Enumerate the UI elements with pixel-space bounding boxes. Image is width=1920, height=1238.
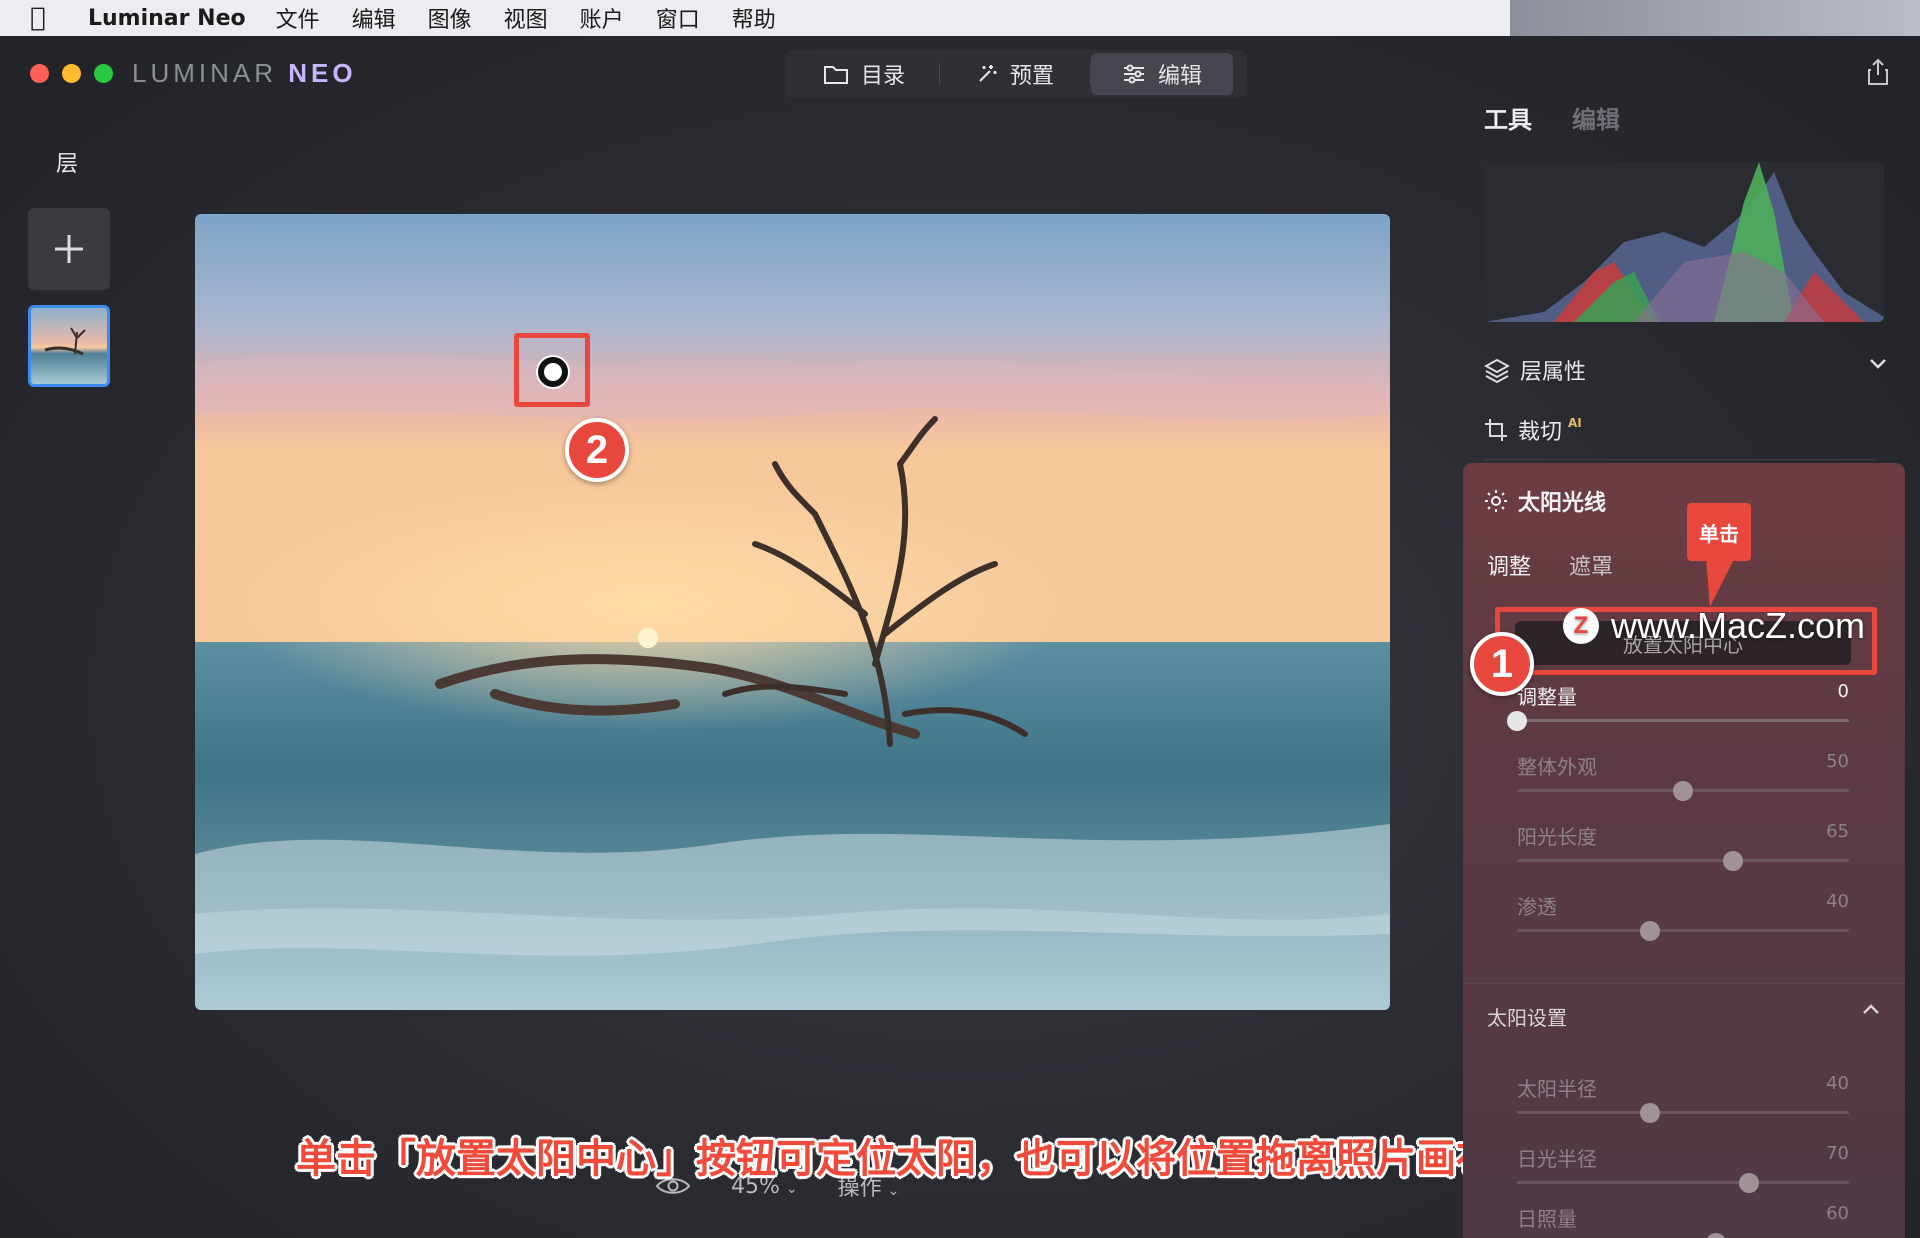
tab-catalog-label: 目录	[860, 64, 905, 89]
magic-wand-icon	[979, 65, 997, 82]
sunrays-title: 太阳光线	[1484, 485, 1606, 517]
share-icon	[1868, 58, 1888, 85]
step-1-badge: 1	[1470, 632, 1534, 696]
sliders-icon	[1123, 64, 1144, 84]
sun-center-handle[interactable]	[538, 357, 568, 387]
menu-view[interactable]: 视图	[504, 2, 548, 34]
sun-icon	[1485, 490, 1507, 512]
menu-edit[interactable]: 编辑	[352, 2, 396, 34]
layer-thumbnail[interactable]	[28, 305, 110, 387]
click-callout: 单击	[1687, 503, 1751, 561]
divider	[1484, 459, 1874, 460]
minimize-window-button[interactable]	[62, 64, 81, 83]
slider-track[interactable]	[1517, 1181, 1849, 1184]
layers-panel-title: 层	[56, 152, 79, 177]
callout-pointer	[1695, 559, 1735, 607]
slider-label: 太阳半径	[1517, 1077, 1597, 1101]
slider-track[interactable]	[1517, 929, 1849, 932]
slider-value: 50	[1826, 751, 1849, 772]
slider-track[interactable]	[1517, 1111, 1849, 1114]
tab-mask[interactable]: 遮罩	[1569, 549, 1613, 581]
slider-knob[interactable]	[1639, 921, 1660, 941]
slider-value: 65	[1826, 821, 1849, 842]
histogram-graph	[1484, 162, 1884, 322]
tab-edits[interactable]: 编辑	[1572, 100, 1620, 135]
sunrays-tool-panel: 太阳光线 单击 调整 遮罩 放置太阳中心 Z www.MacZ.com 调整量 …	[1463, 463, 1905, 1238]
tab-tools[interactable]: 工具	[1484, 100, 1532, 135]
photo-image	[195, 214, 1390, 1010]
share-button[interactable]	[1866, 58, 1890, 90]
slider-knob[interactable]	[1507, 711, 1527, 731]
top-navigation: 目录 预置 编辑	[785, 50, 1247, 98]
slider-value: 40	[1826, 891, 1849, 912]
add-layer-button[interactable]	[28, 208, 110, 290]
zoom-window-button[interactable]	[94, 64, 113, 83]
slider-label: 日光半径	[1517, 1147, 1597, 1171]
panel-tabs: 工具 编辑	[1484, 100, 1620, 135]
crop-icon	[1485, 419, 1507, 441]
tab-catalog[interactable]: 目录	[789, 53, 939, 95]
folder-icon	[823, 66, 848, 84]
menu-bar:  Luminar Neo 文件 编辑 图像 视图 账户 窗口 帮助	[0, 0, 1920, 36]
menu-file[interactable]: 文件	[276, 2, 320, 34]
plus-icon	[55, 235, 83, 263]
slider-knob[interactable]	[1673, 781, 1693, 801]
slider-value: 60	[1826, 1203, 1849, 1224]
sun-settings-header[interactable]: 太阳设置	[1487, 1002, 1567, 1031]
layer-properties-row[interactable]: 层属性	[1484, 354, 1586, 386]
chevron-down-icon: ⌄	[887, 1183, 900, 1199]
slider-value: 40	[1826, 1073, 1849, 1094]
histogram	[1484, 162, 1884, 322]
menu-help[interactable]: 帮助	[732, 2, 776, 34]
close-window-button[interactable]	[30, 64, 49, 83]
slider-label: 调整量	[1517, 685, 1577, 709]
layers-icon	[1484, 358, 1510, 383]
menu-window[interactable]: 窗口	[656, 2, 700, 34]
crop-label: 裁切	[1518, 420, 1563, 445]
layer-properties-label: 层属性	[1520, 360, 1587, 385]
slider-label: 阳光长度	[1517, 825, 1597, 849]
watermark-logo: Z	[1563, 608, 1599, 644]
slider-label: 日照量	[1517, 1207, 1577, 1231]
logo-text-neo: NEO	[288, 58, 357, 88]
sunrays-subtabs: 调整 遮罩	[1487, 549, 1613, 581]
divider	[1463, 983, 1905, 984]
tab-edit-label: 编辑	[1157, 64, 1202, 89]
sunrays-header[interactable]: 太阳光线	[1463, 463, 1905, 535]
photo-canvas[interactable]	[195, 214, 1390, 1010]
layer-thumbnail-image	[44, 327, 86, 356]
sunrays-title-label: 太阳光线	[1518, 491, 1607, 516]
tutorial-caption: 单击「放置太阳中心」按钮可定位太阳，也可以将位置拖离照片画布	[296, 1136, 1496, 1182]
menu-image[interactable]: 图像	[428, 2, 472, 34]
chevron-up-icon[interactable]	[1861, 1003, 1881, 1017]
slider-knob[interactable]	[1739, 1173, 1760, 1193]
chevron-down-icon[interactable]	[1868, 356, 1888, 370]
slider-value: 70	[1826, 1143, 1849, 1164]
desktop-background	[1510, 0, 1920, 36]
watermark: Z www.MacZ.com	[1563, 605, 1865, 647]
ai-badge: AI	[1568, 416, 1582, 430]
slider-value: 0	[1837, 681, 1849, 702]
slider-knob[interactable]	[1639, 1103, 1660, 1123]
tab-adjust[interactable]: 调整	[1487, 549, 1531, 581]
menu-account[interactable]: 账户	[580, 2, 624, 34]
tab-presets[interactable]: 预置	[940, 53, 1090, 95]
tab-edit[interactable]: 编辑	[1091, 53, 1233, 95]
tab-presets-label: 预置	[1009, 64, 1054, 89]
watermark-text: www.MacZ.com	[1611, 605, 1866, 646]
slider-track[interactable]	[1517, 719, 1849, 722]
menu-app-name[interactable]: Luminar Neo	[88, 6, 246, 31]
slider-label: 整体外观	[1517, 755, 1597, 779]
step-2-badge: 2	[565, 418, 629, 482]
slider-label: 渗透	[1517, 895, 1557, 919]
apple-menu-icon[interactable]: 	[30, 3, 70, 33]
slider-track[interactable]	[1517, 859, 1849, 862]
crop-tool-row[interactable]: 裁切 AI	[1484, 414, 1582, 446]
app-logo: LUMINAR NEO	[132, 58, 357, 89]
slider-knob[interactable]	[1706, 1233, 1727, 1238]
logo-text-luminar: LUMINAR	[132, 58, 278, 88]
slider-knob[interactable]	[1722, 851, 1743, 871]
